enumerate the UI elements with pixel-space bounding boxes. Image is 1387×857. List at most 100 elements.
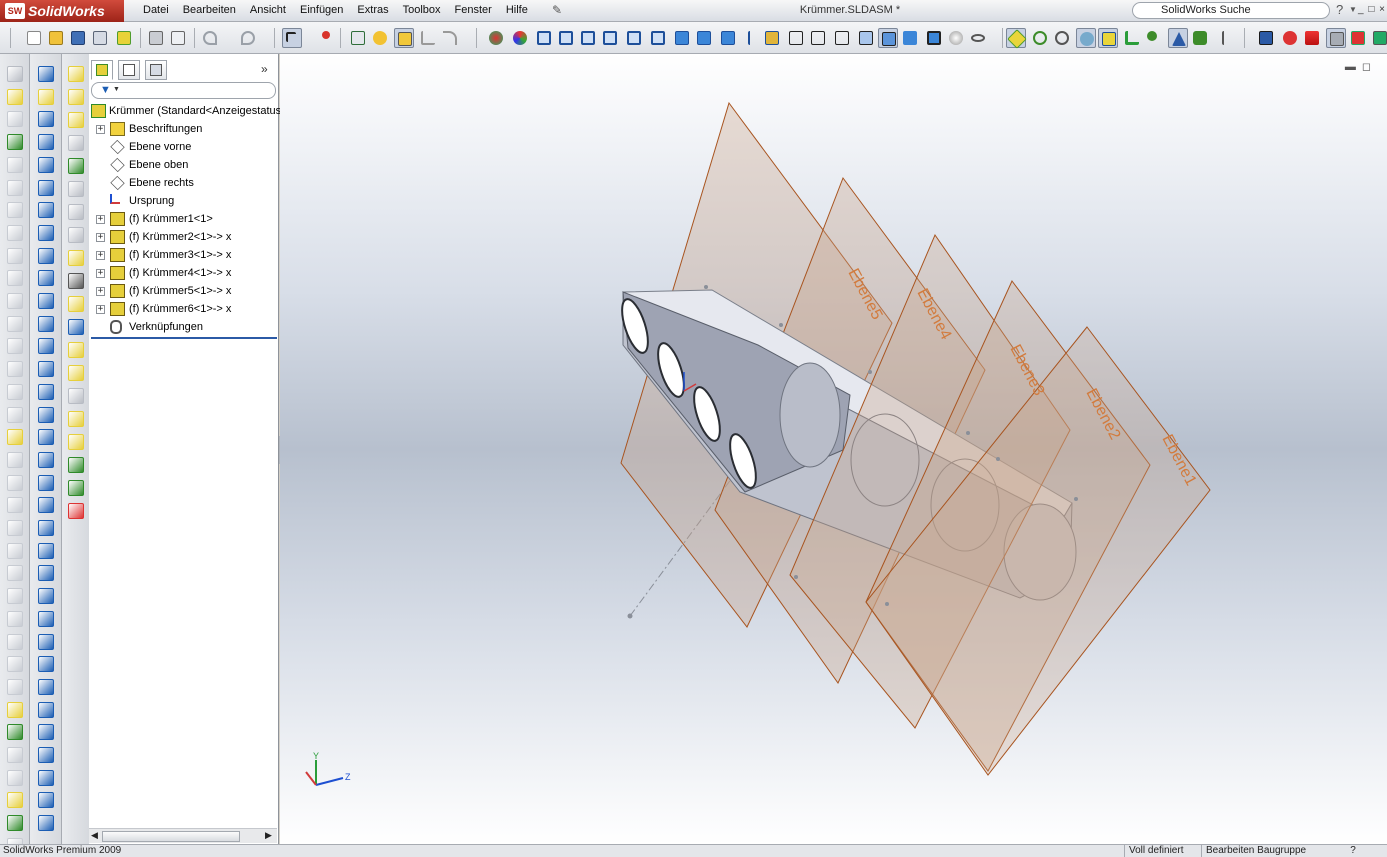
feature-tool-icon[interactable] — [7, 610, 23, 627]
window-control-buttons[interactable]: _ □ × — [1358, 4, 1386, 15]
feature-tool-icon[interactable] — [7, 451, 23, 468]
sketch-tool-icon[interactable] — [38, 88, 54, 105]
search-input[interactable]: SolidWorks Suche — [1132, 2, 1330, 19]
tree-item[interactable]: + (f) Krümmer6<1>-> x — [89, 300, 277, 318]
feature-tool-icon[interactable] — [7, 88, 23, 105]
make-assembly-button[interactable] — [114, 28, 134, 48]
assembly-tool-icon[interactable] — [68, 250, 84, 266]
tree-item[interactable]: + (f) Krümmer4<1>-> x — [89, 264, 277, 282]
sketch-tool-icon[interactable] — [38, 542, 54, 559]
assembly-tool-icon[interactable] — [68, 135, 84, 151]
assembly-tool-icon[interactable] — [68, 365, 84, 381]
feature-tool-icon[interactable] — [7, 633, 23, 650]
move-component-button[interactable] — [1052, 28, 1072, 48]
sketch-tool-icon[interactable] — [38, 202, 54, 219]
feature-tool-icon[interactable] — [7, 315, 23, 332]
interference-detection-button[interactable] — [1144, 28, 1164, 48]
view-left-button[interactable] — [578, 28, 598, 48]
print-button[interactable] — [146, 28, 166, 48]
sketch-tool-icon[interactable] — [38, 451, 54, 468]
normal-to-button[interactable] — [740, 28, 760, 48]
menu-ansicht[interactable]: Ansicht — [243, 0, 293, 22]
assembly-features-button[interactable] — [1190, 28, 1210, 48]
expand-node-icon[interactable]: + — [96, 251, 105, 260]
simulation-button[interactable] — [1280, 28, 1300, 48]
sketch-tool-icon[interactable] — [38, 156, 54, 173]
hide-show-items-button[interactable] — [968, 28, 988, 48]
sketch-tool-icon[interactable] — [38, 315, 54, 332]
sketch-tool-icon[interactable] — [38, 474, 54, 491]
realview-button[interactable] — [946, 28, 966, 48]
feature-tool-icon[interactable] — [7, 66, 23, 82]
feature-tool-icon[interactable] — [7, 406, 23, 423]
rebuild-button[interactable] — [316, 28, 336, 48]
view-trimetric-button[interactable] — [694, 28, 714, 48]
feature-tool-icon[interactable] — [7, 383, 23, 400]
assembly-tool-icon[interactable] — [68, 66, 84, 82]
scroll-right-icon[interactable]: ▶ — [265, 830, 272, 841]
task-pane-button[interactable] — [1370, 28, 1387, 48]
solidworks-logo[interactable]: SW SolidWorks — [0, 0, 124, 22]
feature-tool-icon[interactable] — [7, 724, 23, 741]
sketch-tool-icon[interactable] — [38, 429, 54, 446]
feature-tool-icon[interactable] — [7, 224, 23, 241]
tab-configuration-manager[interactable] — [145, 60, 167, 80]
sketch-tool-icon[interactable] — [38, 678, 54, 695]
rotate-component-button[interactable] — [1076, 28, 1096, 48]
hidden-lines-removed-button[interactable] — [832, 28, 852, 48]
status-help-icon[interactable]: ? — [1347, 845, 1359, 857]
view-dimetric-button[interactable] — [718, 28, 738, 48]
tree-item[interactable]: + (f) Krümmer1<1> — [89, 210, 277, 228]
redo-button[interactable] — [238, 28, 258, 48]
pin-menu-icon[interactable]: ✎ — [552, 3, 566, 17]
sketch-tool-icon[interactable] — [38, 383, 54, 400]
tree-item[interactable]: Ebene rechts — [89, 174, 277, 192]
assembly-tool-icon[interactable] — [68, 296, 84, 312]
assembly-tool-icon[interactable] — [68, 503, 84, 519]
assembly-tool-icon[interactable] — [68, 342, 84, 358]
graphics-area[interactable]: ▬◻ Ebene5 Ebene4 Ebene3 Ebene2 Ebene1 Y … — [280, 54, 1387, 844]
sketch-tool-icon[interactable] — [38, 747, 54, 763]
assembly-tool-icon[interactable] — [68, 112, 84, 128]
select-button[interactable] — [282, 28, 302, 48]
menu-bearbeiten[interactable]: Bearbeiten — [176, 0, 243, 22]
tree-item[interactable]: + (f) Krümmer5<1>-> x — [89, 282, 277, 300]
feature-tool-icon[interactable] — [7, 111, 23, 128]
sketch-tool-icon[interactable] — [38, 724, 54, 741]
tree-item[interactable]: + (f) Krümmer2<1>-> x — [89, 228, 277, 246]
new-document-button[interactable] — [24, 28, 44, 48]
sketch-tool-icon[interactable] — [38, 224, 54, 241]
sketch-tool-icon[interactable] — [38, 588, 54, 605]
feature-tool-icon[interactable] — [7, 247, 23, 264]
feature-tool-icon[interactable] — [7, 179, 23, 196]
feature-tool-icon[interactable] — [7, 678, 23, 695]
undo-button[interactable] — [200, 28, 220, 48]
assembly-tool-icon[interactable] — [68, 273, 84, 289]
sketch-tool-icon[interactable] — [38, 247, 54, 264]
sketch-tool-icon[interactable] — [38, 610, 54, 627]
model-scene[interactable]: Ebene5 Ebene4 Ebene3 Ebene2 Ebene1 Y Z — [280, 54, 1387, 844]
design-library-button[interactable] — [1348, 28, 1368, 48]
view-isometric-button[interactable] — [672, 28, 692, 48]
help-icon[interactable]: ? — [1336, 2, 1343, 17]
feature-tool-icon[interactable] — [7, 361, 23, 378]
tab-feature-tree[interactable] — [91, 60, 113, 80]
explode-view-button[interactable] — [1122, 28, 1142, 48]
assembly-tool-icon[interactable] — [68, 89, 84, 105]
assembly-tool-icon[interactable] — [68, 158, 84, 174]
view-top-button[interactable] — [624, 28, 644, 48]
expand-node-icon[interactable]: + — [96, 305, 105, 314]
tree-filter-input[interactable]: ▼ ▼ — [91, 82, 276, 99]
scene-button[interactable] — [510, 28, 530, 48]
wireframe-button[interactable] — [786, 28, 806, 48]
menu-hilfe[interactable]: Hilfe — [499, 0, 535, 22]
shaded-with-edges-button[interactable] — [878, 28, 898, 48]
view-orientation-button[interactable] — [924, 28, 944, 48]
view-bottom-button[interactable] — [648, 28, 668, 48]
feature-tool-icon[interactable] — [7, 588, 23, 605]
sketch-tool-icon[interactable] — [38, 701, 54, 718]
filter-dropdown-icon[interactable]: ▼ — [113, 86, 120, 93]
sketch-tool-icon[interactable] — [38, 406, 54, 423]
sketch-tool-icon[interactable] — [38, 338, 54, 355]
feature-tool-icon[interactable] — [7, 156, 23, 173]
